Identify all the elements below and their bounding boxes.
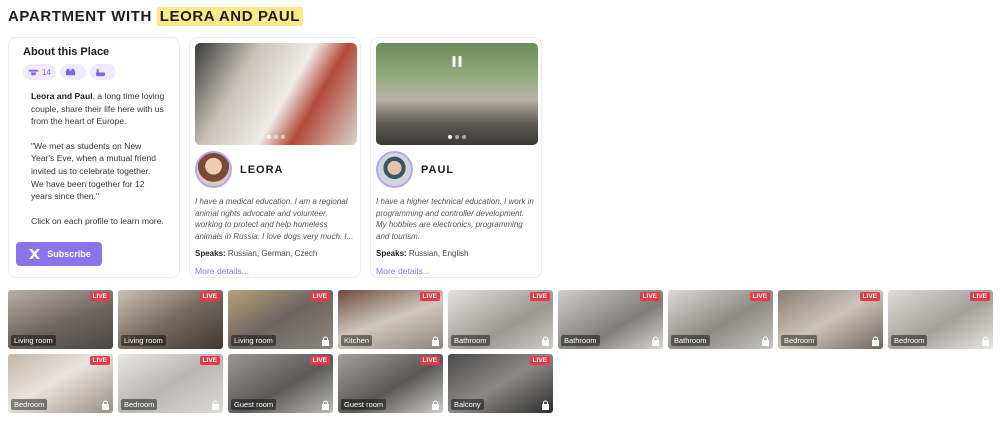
room-label: Living room <box>231 335 276 346</box>
speaks-languages: Russian, English <box>408 249 469 258</box>
room-tile[interactable]: LIVE Living room <box>228 290 333 349</box>
pause-icon[interactable] <box>452 56 462 67</box>
more-details-link[interactable]: More details... <box>376 266 430 276</box>
bed-icon <box>65 68 75 75</box>
live-badge: LIVE <box>309 356 330 365</box>
profile-bio: I have a higher technical education. I w… <box>376 197 534 241</box>
room-tile[interactable]: LIVE Guest room <box>338 354 443 413</box>
lock-icon <box>432 336 439 346</box>
profile-photo[interactable] <box>376 43 538 145</box>
lock-icon <box>432 400 439 410</box>
profile-header: PAUL <box>376 151 536 188</box>
avatar <box>195 151 232 188</box>
lock-icon <box>322 336 329 346</box>
room-label: Bedroom <box>121 399 158 410</box>
lock-icon <box>102 400 109 410</box>
live-badge: LIVE <box>309 292 330 301</box>
lock-icon <box>212 400 219 410</box>
photo-pagination[interactable] <box>448 135 466 139</box>
about-intro: Leora and Paul, a long time loving coupl… <box>31 90 165 128</box>
room-label: Bedroom <box>891 335 928 346</box>
page-title-highlight: LEORA AND PAUL <box>156 7 304 26</box>
profile-name: PAUL <box>421 163 455 176</box>
speaks-label: Speaks: <box>195 249 226 258</box>
subscribe-label: Subscribe <box>47 249 91 259</box>
room-tile[interactable]: LIVE Kitchen <box>338 290 443 349</box>
room-tile[interactable]: LIVE Bedroom <box>888 290 993 349</box>
about-card: About this Place 14 Leora and Paul, a lo… <box>8 37 180 278</box>
live-badge: LIVE <box>529 292 550 301</box>
about-heading: About this Place <box>23 46 110 58</box>
subscribe-button[interactable]: Subscribe <box>16 242 102 266</box>
lock-icon <box>322 400 329 410</box>
profile-bio: I have a medical education. I am a regio… <box>195 197 354 241</box>
room-label: Living room <box>11 335 56 346</box>
lock-icon <box>762 336 769 346</box>
profile-speaks: Speaks: Russian, English <box>376 249 536 258</box>
room-tile[interactable]: LIVE Bathroom <box>448 290 553 349</box>
room-tile[interactable]: LIVE Living room <box>118 290 223 349</box>
live-badge: LIVE <box>749 292 770 301</box>
page-title-prefix: APARTMENT WITH <box>8 8 152 25</box>
about-hint: Click on each profile to learn more. <box>31 215 164 226</box>
cameras-chip: 14 <box>23 64 56 80</box>
room-tile[interactable]: LIVE Living room <box>8 290 113 349</box>
room-label: Bathroom <box>671 335 710 346</box>
live-badge: LIVE <box>419 356 440 365</box>
lock-icon <box>542 336 549 346</box>
profile-header: LEORA <box>195 151 355 188</box>
lock-icon <box>652 336 659 346</box>
live-badge: LIVE <box>199 292 220 301</box>
room-label: Living room <box>121 335 166 346</box>
speaks-label: Speaks: <box>376 249 407 258</box>
room-label: Guest room <box>341 399 387 410</box>
photo-pagination[interactable] <box>267 135 285 139</box>
live-badge: LIVE <box>89 292 110 301</box>
room-tile[interactable]: LIVE Bathroom <box>668 290 773 349</box>
about-quote: "We met as students on New Year's Eve, w… <box>31 140 157 202</box>
profile-name: LEORA <box>240 163 284 176</box>
room-label: Bedroom <box>11 399 48 410</box>
room-tile[interactable]: LIVE Bedroom <box>118 354 223 413</box>
speaks-languages: Russian, German, Czech <box>227 249 318 258</box>
room-label: Bathroom <box>561 335 600 346</box>
live-badge: LIVE <box>199 356 220 365</box>
room-tile[interactable]: LIVE Bathroom <box>558 290 663 349</box>
room-label: Balcony <box>451 399 484 410</box>
lock-icon <box>982 336 989 346</box>
profile-card-leora[interactable]: LEORA I have a medical education. I am a… <box>189 37 361 278</box>
more-details-link[interactable]: More details... <box>195 266 249 276</box>
bed-chip <box>59 64 86 80</box>
about-intro-names: Leora and Paul <box>31 91 93 101</box>
lock-icon <box>542 400 549 410</box>
room-camera-grid: LIVE Living room LIVE Living room LIVE Livi… <box>8 290 998 413</box>
room-tile[interactable]: LIVE Bedroom <box>778 290 883 349</box>
room-tile[interactable]: LIVE Bedroom <box>8 354 113 413</box>
bath-chip <box>89 64 116 80</box>
about-chips: 14 <box>23 64 171 80</box>
room-tile[interactable]: LIVE Balcony <box>448 354 553 413</box>
avatar <box>376 151 413 188</box>
live-badge: LIVE <box>969 292 990 301</box>
live-badge: LIVE <box>529 356 550 365</box>
x-logo-icon <box>29 249 41 259</box>
profile-photo[interactable] <box>195 43 357 145</box>
cameras-count: 14 <box>42 67 51 77</box>
lock-icon <box>872 336 879 346</box>
bathtub-icon <box>95 68 105 76</box>
room-label: Kitchen <box>341 335 373 346</box>
live-badge: LIVE <box>89 356 110 365</box>
room-tile[interactable]: LIVE Guest room <box>228 354 333 413</box>
room-label: Bathroom <box>451 335 490 346</box>
page-title: APARTMENT WITH LEORA AND PAUL <box>8 7 304 26</box>
room-label: Guest room <box>231 399 277 410</box>
live-badge: LIVE <box>419 292 440 301</box>
live-badge: LIVE <box>859 292 880 301</box>
room-label: Bedroom <box>781 335 818 346</box>
profile-card-paul[interactable]: PAUL I have a higher technical education… <box>370 37 542 278</box>
profile-speaks: Speaks: Russian, German, Czech <box>195 249 355 258</box>
webcam-icon <box>28 69 39 75</box>
live-badge: LIVE <box>639 292 660 301</box>
